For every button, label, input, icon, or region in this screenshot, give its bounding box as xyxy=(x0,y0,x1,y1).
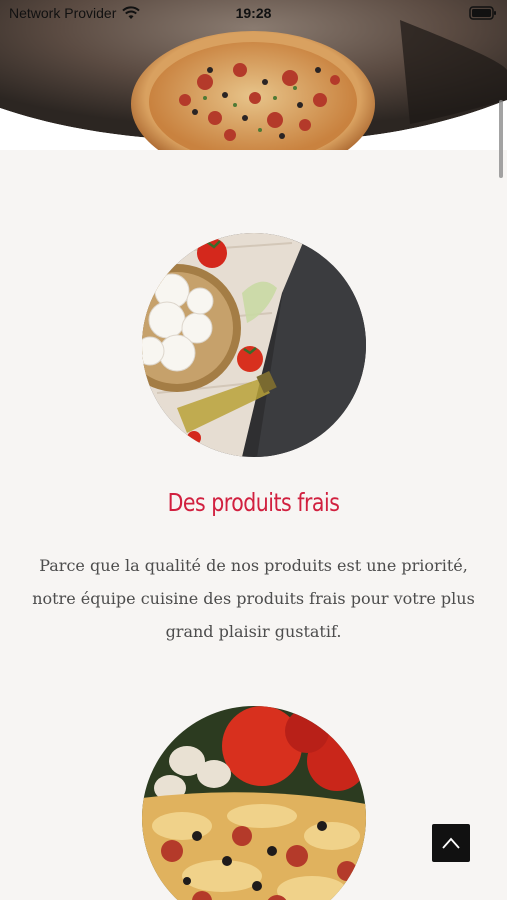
battery-group xyxy=(469,6,497,25)
status-time: 19:28 xyxy=(235,5,272,21)
feature-description: Parce que la qualité de nos produits est… xyxy=(32,556,475,641)
back-to-top-button[interactable] xyxy=(432,824,470,862)
feature-image-fresh-products xyxy=(142,233,366,457)
status-bar: Network Provider 19:28 xyxy=(0,0,507,28)
battery-icon xyxy=(469,6,496,20)
scrollbar-thumb[interactable] xyxy=(499,100,503,178)
feature-title: Des produits frais xyxy=(167,488,340,517)
feature-image-pizza xyxy=(142,706,366,900)
app-screen: Network Provider 19:28 Des produits frai… xyxy=(0,0,507,900)
chevron-up-icon xyxy=(442,837,460,849)
